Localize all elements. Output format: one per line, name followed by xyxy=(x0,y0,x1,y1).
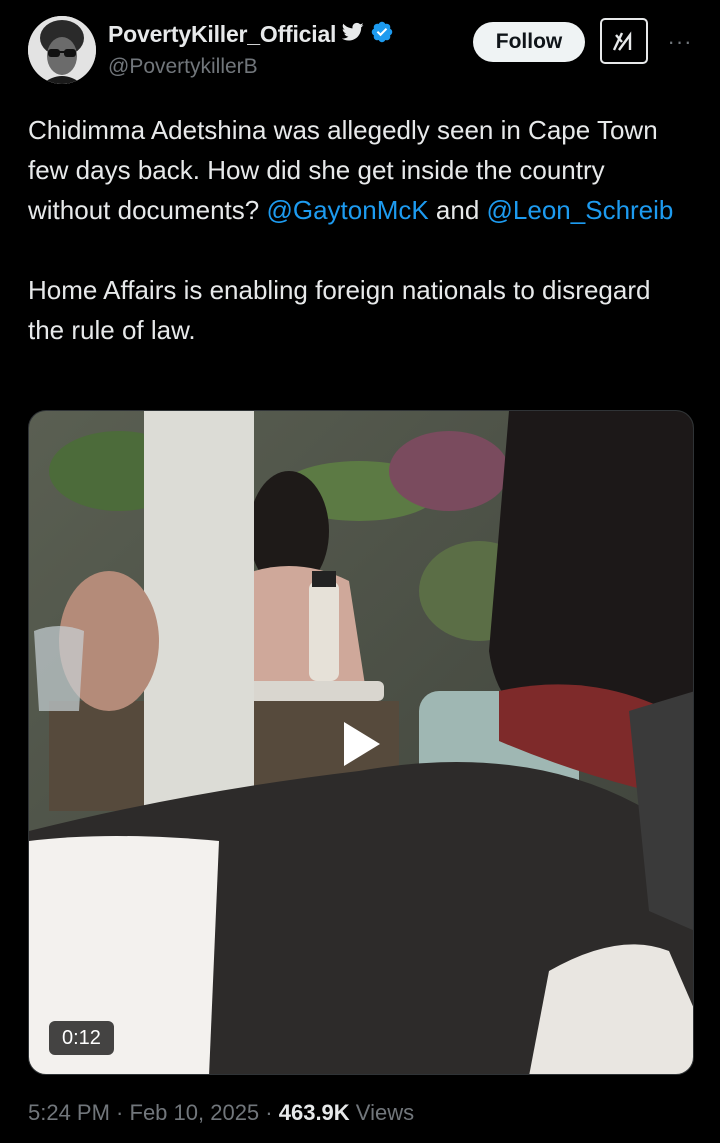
play-button[interactable] xyxy=(322,704,402,784)
grok-icon xyxy=(612,31,632,51)
tweet-date[interactable]: Feb 10, 2025 xyxy=(130,1100,260,1125)
tweet-text: Chidimma Adetshina was allegedly seen in… xyxy=(28,110,688,350)
mention-link-leon-schreib[interactable]: @Leon_Schreib xyxy=(487,195,674,225)
author-name-row: PovertyKiller_Official xyxy=(108,20,394,49)
meta-separator: · xyxy=(109,1100,130,1125)
more-options-button[interactable]: ··· xyxy=(664,28,696,56)
avatar-image xyxy=(28,16,96,84)
views-label: Views xyxy=(349,1100,415,1125)
twitter-bird-icon xyxy=(342,22,364,47)
video-player[interactable]: 0:12 xyxy=(28,410,694,1075)
author-display-name[interactable]: PovertyKiller_Official xyxy=(108,21,336,48)
follow-button[interactable]: Follow xyxy=(473,22,585,62)
meta-separator: · xyxy=(259,1100,279,1125)
verified-badge-icon xyxy=(370,20,394,49)
tweet-and-text: and xyxy=(428,195,487,225)
views-count: 463.9K xyxy=(278,1100,350,1125)
play-icon xyxy=(344,722,380,766)
video-duration-badge: 0:12 xyxy=(49,1021,114,1055)
grok-button[interactable] xyxy=(600,18,648,64)
tweet-paragraph-1: Chidimma Adetshina was allegedly seen in… xyxy=(28,110,688,230)
avatar[interactable] xyxy=(28,16,96,84)
tweet-time[interactable]: 5:24 PM xyxy=(28,1100,110,1125)
mention-link-gaytonmck[interactable]: @GaytonMcK xyxy=(266,195,428,225)
tweet-paragraph-2: Home Affairs is enabling foreign nationa… xyxy=(28,275,651,345)
tweet-meta: 5:24 PM · Feb 10, 2025 · 463.9K Views xyxy=(28,1100,414,1126)
author-handle[interactable]: @PovertykillerB xyxy=(108,55,258,79)
